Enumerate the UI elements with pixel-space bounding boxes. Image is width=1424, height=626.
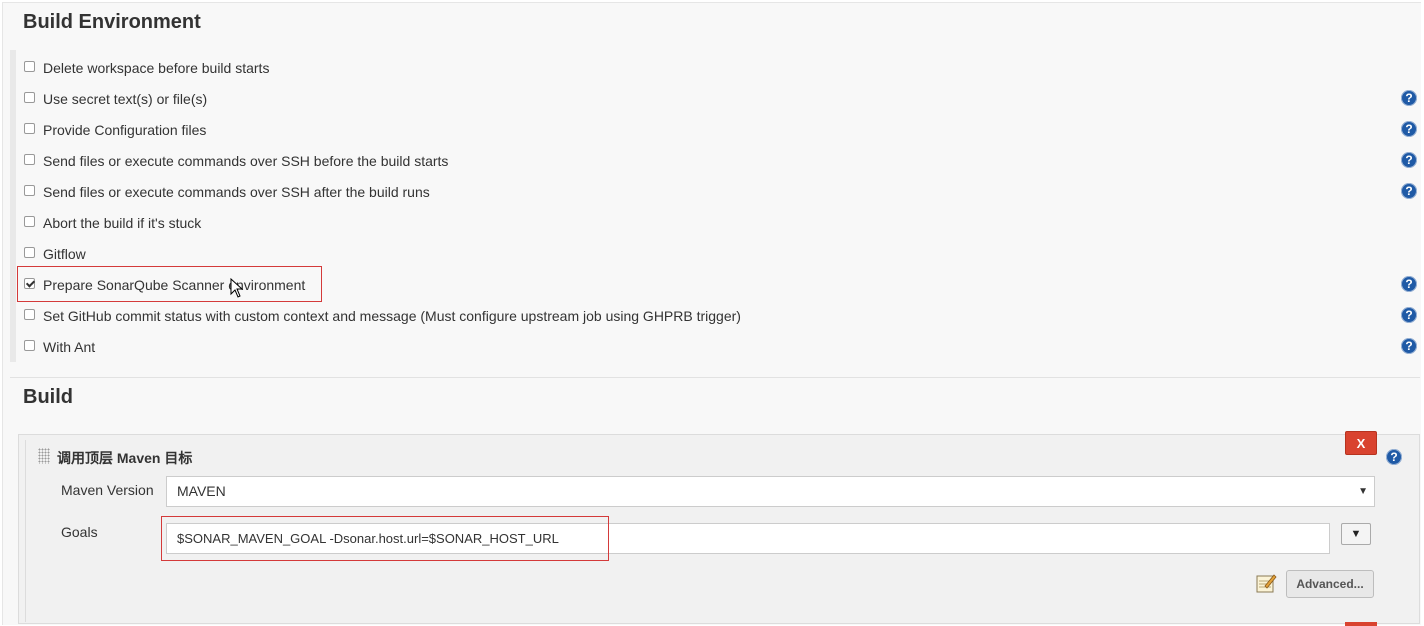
mouse-cursor-icon [230,278,244,298]
goals-input[interactable]: $SONAR_MAVEN_GOAL -Dsonar.host.url=$SONA… [166,523,1330,554]
goals-label: Goals [61,524,98,540]
checkbox-checked[interactable] [24,277,35,289]
maven-version-select[interactable]: MAVEN ▼ [166,476,1375,507]
maven-version-label: Maven Version [61,482,154,498]
build-environment-title: Build Environment [23,11,201,33]
checkbox[interactable] [24,339,35,351]
maven-version-value: MAVEN [177,483,226,499]
option-secret-text[interactable]: Use secret text(s) or file(s) [24,88,207,110]
option-label: Prepare SonarQube Scanner environment [43,277,306,293]
delete-step-button[interactable]: X [1345,431,1377,455]
checkbox[interactable] [24,246,35,258]
option-label: Set GitHub commit status with custom con… [43,308,741,324]
option-label: Delete workspace before build starts [43,60,270,76]
help-icon[interactable]: ? [1401,90,1417,106]
option-label: Provide Configuration files [43,122,207,138]
option-gitflow[interactable]: Gitflow [24,243,86,265]
option-abort-stuck[interactable]: Abort the build if it's stuck [24,212,201,234]
option-github-status[interactable]: Set GitHub commit status with custom con… [24,305,741,327]
section-divider [10,377,1420,378]
option-sonarqube[interactable]: Prepare SonarQube Scanner environment [24,274,305,296]
section-border [10,50,16,362]
checkbox[interactable] [24,215,35,227]
checkbox[interactable] [24,122,35,134]
advanced-button[interactable]: Advanced... [1286,570,1374,598]
build-title: Build [23,386,73,408]
drag-handle-icon[interactable] [38,448,50,464]
option-label: Abort the build if it's stuck [43,215,202,231]
option-with-ant[interactable]: With Ant [24,336,95,358]
option-delete-workspace[interactable]: Delete workspace before build starts [24,57,269,79]
checkbox[interactable] [24,184,35,196]
option-label: Send files or execute commands over SSH … [43,153,449,169]
option-label: Use secret text(s) or file(s) [43,91,208,107]
help-icon[interactable]: ? [1401,338,1417,354]
option-label: Send files or execute commands over SSH … [43,184,430,200]
build-step-title: 调用顶层 Maven 目标 [57,450,193,466]
help-icon[interactable]: ? [1401,121,1417,137]
checkbox[interactable] [24,308,35,320]
notepad-icon[interactable] [1255,572,1277,594]
next-step-delete-button[interactable] [1345,622,1377,626]
checkbox[interactable] [24,60,35,72]
help-icon[interactable]: ? [1401,307,1417,323]
checkbox[interactable] [24,153,35,165]
option-config-files[interactable]: Provide Configuration files [24,119,206,141]
help-icon[interactable]: ? [1386,449,1402,465]
option-label: With Ant [43,339,96,355]
option-label: Gitflow [43,246,86,262]
checkbox[interactable] [24,91,35,103]
expand-textarea-button[interactable]: ▼ [1341,523,1371,545]
help-icon[interactable]: ? [1401,276,1417,292]
help-icon[interactable]: ? [1401,152,1417,168]
help-icon[interactable]: ? [1401,183,1417,199]
chevron-down-icon: ▼ [1358,486,1368,497]
option-ssh-before[interactable]: Send files or execute commands over SSH … [24,150,448,172]
option-ssh-after[interactable]: Send files or execute commands over SSH … [24,181,430,203]
